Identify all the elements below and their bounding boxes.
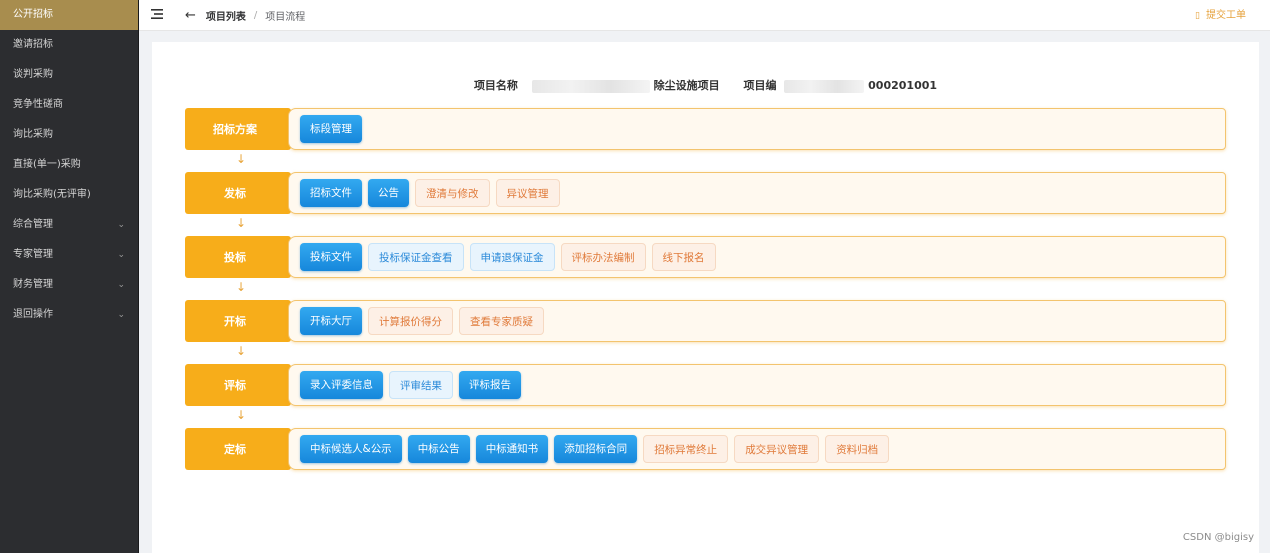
stage-action-button[interactable]: 添加招标合同 [554,435,638,463]
stage-action-button[interactable]: 资料归档 [825,435,890,463]
sidebar-item[interactable]: 竞争性磋商 [0,90,138,120]
stage-actions: 开标大厅 计算报价得分 查看专家质疑 [288,300,1226,342]
breadcrumb-separator: / [253,9,258,21]
stage-action-button[interactable]: 计算报价得分 [368,307,453,335]
stage-actions: 中标候选人&公示 中标公告 中标通知书 添加招标合同 招标异常终止 成交异议管理 资料归档 [288,428,1226,470]
main-card: 项目名称 除尘设施项目 项目编 000201001 招标方案 标段管理 ↓ 发标 招标文… [152,42,1259,553]
watermark: CSDN @bigisy [1182,532,1254,543]
stage-actions: 录入评委信息 评审结果 评标报告 [288,364,1226,406]
chevron-down-icon: ⌄ [117,280,125,290]
stage-action-button[interactable]: 成交异议管理 [734,435,820,463]
flow-arrow-icon: ↓ [235,408,247,422]
stage-action-button[interactable]: 评审结果 [389,371,453,399]
sidebar-item-label: 询比采购 [13,129,53,140]
sidebar-item[interactable]: 询比采购(无评审) [0,180,138,210]
project-header: 项目名称 除尘设施项目 项目编 000201001 [152,77,1259,93]
sidebar-item[interactable]: 综合管理 ⌄ [0,210,138,240]
stage-action-button[interactable]: 评标办法编制 [560,243,646,271]
stage-row: 评标 录入评委信息 评审结果 评标报告 [185,364,1226,406]
sidebar-item-label: 竞争性磋商 [13,99,63,110]
stage-row: 投标 投标文件 投标保证金查看 申请退保证金 评标办法编制 线下报名 [185,236,1226,278]
stage-row: 招标方案 标段管理 [185,108,1226,150]
arrow-left-icon[interactable]: ← [185,8,196,23]
submit-ticket-label: 提交工单 [1206,10,1246,21]
stage-action-button[interactable]: 异议管理 [495,179,560,207]
stage-row: 发标 招标文件 公告 澄清与修改 异议管理 [185,172,1226,214]
hamburger-icon[interactable] [151,7,165,23]
stage-label: 招标方案 [185,108,291,150]
sidebar-item[interactable]: 专家管理 ⌄ [0,240,138,270]
breadcrumb-project-list[interactable]: 项目列表 [206,8,246,23]
stage-action-button[interactable]: 招标文件 [300,179,362,207]
stage-row: 开标 开标大厅 计算报价得分 查看专家质疑 [185,300,1226,342]
stage-action-button[interactable]: 投标保证金查看 [368,243,464,271]
stage-action-button[interactable]: 评标报告 [459,371,521,399]
flow-arrow-icon: ↓ [235,216,247,230]
sidebar-item[interactable]: 邀请招标 [0,30,138,60]
stage-action-button[interactable]: 公告 [368,179,409,207]
stage-label: 评标 [185,364,291,406]
project-code-label: 项目编 [743,79,777,92]
submit-ticket-button[interactable]: ▯ 提交工单 [1195,0,1246,32]
sidebar-item[interactable]: 询比采购 [0,120,138,150]
breadcrumb-project-flow: 项目流程 [265,11,306,23]
chevron-down-icon: ⌄ [117,310,125,320]
sidebar-item-label: 谈判采购 [13,69,53,80]
top-bar: ← 项目列表 / 项目流程 ▯ 提交工单 [139,0,1270,31]
stage-actions: 招标文件 公告 澄清与修改 异议管理 [288,172,1226,214]
redacted-project-code [784,79,865,93]
project-code-value: 000201001 [868,79,938,92]
stage-action-button[interactable]: 中标候选人&公示 [300,435,402,463]
stage-action-button[interactable]: 申请退保证金 [469,243,555,271]
stage-label: 开标 [185,300,291,342]
sidebar-item-label: 财务管理 [13,279,53,290]
stage-action-button[interactable]: 标段管理 [300,115,362,143]
stage-action-button[interactable]: 中标公告 [407,435,470,463]
sidebar-item[interactable]: 公开招标 [0,0,138,30]
stage-label: 定标 [185,428,291,470]
redacted-project-name [531,79,650,93]
sidebar-item-label: 公开招标 [13,9,53,20]
stage-label: 发标 [185,172,291,214]
stage-actions: 投标文件 投标保证金查看 申请退保证金 评标办法编制 线下报名 [288,236,1226,278]
sidebar-item-label: 退回操作 [13,309,53,320]
stage-action-button[interactable]: 投标文件 [300,243,362,271]
sidebar-item[interactable]: 谈判采购 [0,60,138,90]
sidebar-item-label: 专家管理 [13,249,53,260]
sidebar-menu: 公开招标邀请招标谈判采购竞争性磋商询比采购直接(单一)采购 询比采购(无评审) 综合… [0,0,138,330]
stage-action-button[interactable]: 开标大厅 [300,307,362,335]
sidebar-item-label: 询比采购(无评审) [13,189,91,200]
sidebar-item[interactable]: 直接(单一)采购 [0,150,138,180]
stage-action-button[interactable]: 查看专家质疑 [459,307,544,335]
stage-action-button[interactable]: 招标异常终止 [643,435,729,463]
sidebar-item[interactable]: 财务管理 ⌄ [0,270,138,300]
sidebar-item-label: 直接(单一)采购 [13,159,81,170]
stage-action-button[interactable]: 中标通知书 [475,435,549,463]
project-name-label: 项目名称 [473,79,518,92]
stage-action-button[interactable]: 线下报名 [651,243,716,271]
sidebar-item[interactable]: 退回操作 ⌄ [0,300,138,330]
stage-action-button[interactable]: 录入评委信息 [300,371,383,399]
flow-arrow-icon: ↓ [235,280,247,294]
chevron-down-icon: ⌄ [117,220,125,230]
clipboard-icon: ▯ [1195,11,1200,21]
flow-arrow-icon: ↓ [235,344,247,358]
sidebar: 公开招标邀请招标谈判采购竞争性磋商询比采购直接(单一)采购 询比采购(无评审) 综合… [0,0,139,553]
stage-actions: 标段管理 [288,108,1226,150]
project-name-value: 除尘设施项目 [653,79,720,92]
stage-action-button[interactable]: 澄清与修改 [415,179,490,207]
sidebar-item-label: 综合管理 [13,219,53,230]
stage-label: 投标 [185,236,291,278]
stage-row: 定标 中标候选人&公示 中标公告 中标通知书 添加招标合同 招标异常终止 成交异议管理 资料归… [185,428,1226,470]
chevron-down-icon: ⌄ [117,250,125,260]
flow-arrow-icon: ↓ [235,152,247,166]
sidebar-item-label: 邀请招标 [13,39,53,50]
